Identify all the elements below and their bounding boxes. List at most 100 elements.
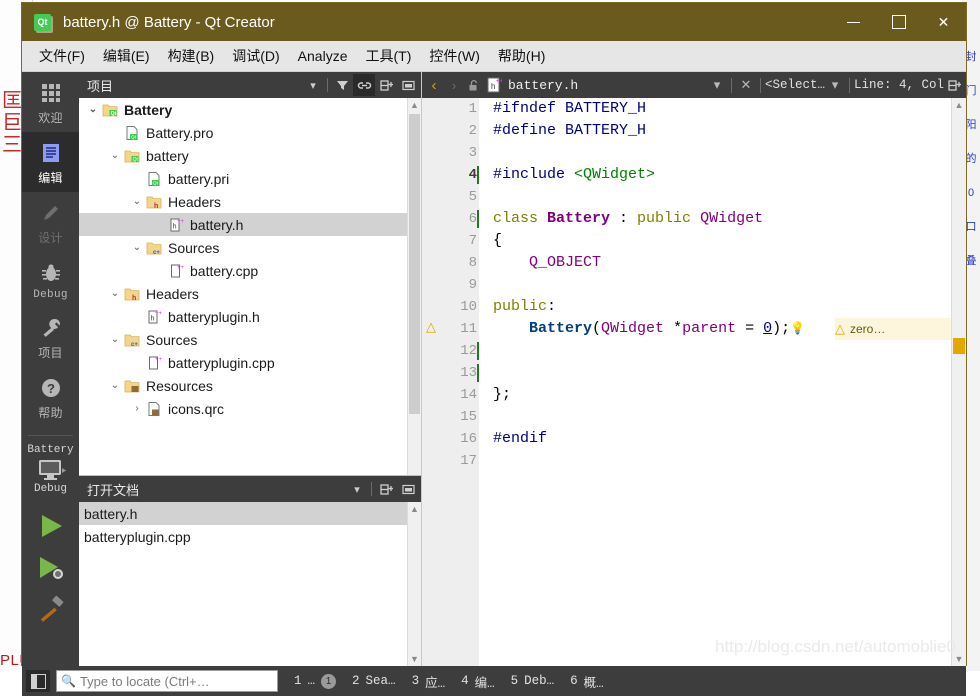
menu-tools[interactable]: 工具(T) [356, 42, 420, 70]
gutter-line-14[interactable]: 14 [422, 384, 479, 406]
code-line-8[interactable]: Q_OBJECT [493, 252, 805, 274]
menu-build[interactable]: 构建(B) [159, 42, 224, 70]
code-view[interactable]: #ifndef BATTERY_H #define BATTERY_H #incl… [479, 98, 951, 666]
code-line-5[interactable] [493, 186, 805, 208]
chevron-left-icon[interactable]: ‹ [424, 74, 444, 96]
tree-item-battery-h[interactable]: h ++ battery.h [79, 213, 421, 236]
gutter-line-1[interactable]: 1 [422, 98, 479, 120]
editor-filename[interactable]: battery.h [508, 78, 578, 93]
gutter-line-5[interactable]: 5 [422, 186, 479, 208]
warning-triangle-icon[interactable]: △ [426, 320, 436, 335]
gutter-line-2[interactable]: 2 [422, 120, 479, 142]
split-icon[interactable] [375, 74, 397, 96]
symbol-dropdown-chevron-down-icon[interactable]: ▾ [825, 74, 845, 96]
gutter-line-7[interactable]: 7 [422, 230, 479, 252]
build-button[interactable] [22, 595, 79, 625]
open-document-item[interactable]: battery.h [79, 502, 421, 525]
code-line-16[interactable]: #endif [493, 428, 805, 450]
tree-item-headers[interactable]: ⌄ h Headers [79, 282, 421, 305]
mode-button-projects[interactable]: 项目 [22, 307, 79, 367]
gutter-line-4[interactable]: 4 [422, 164, 479, 186]
code-line-2[interactable]: #define BATTERY_H [493, 120, 805, 142]
menu-edit[interactable]: 编辑(E) [94, 42, 159, 70]
gutter-line-13[interactable]: 13 [422, 362, 479, 384]
editor-scrollbar[interactable]: ▲ ▼ [951, 98, 966, 666]
chevron-right-icon[interactable]: › [129, 403, 145, 414]
debug-button[interactable] [22, 553, 79, 583]
chevron-down-icon[interactable]: ⌄ [107, 334, 123, 345]
gutter-line-3[interactable]: 3 [422, 142, 479, 164]
toggle-sidebar-icon[interactable] [26, 670, 50, 692]
chevron-down-icon[interactable]: ⌄ [107, 380, 123, 391]
gutter-line-17[interactable]: 17 [422, 450, 479, 472]
gutter-line-11[interactable]: △ 11 [422, 318, 479, 340]
scroll-down-icon[interactable]: ▼ [952, 652, 966, 666]
inline-warning-annotation[interactable]: △ zero… [835, 318, 951, 340]
split-icon[interactable] [375, 478, 397, 500]
tree-item-battery[interactable]: ⌄ Qt battery [79, 144, 421, 167]
output-pane-button-3[interactable]: 3 应… [412, 672, 446, 691]
gutter-line-16[interactable]: 16 [422, 428, 479, 450]
split-icon[interactable] [944, 74, 964, 96]
code-line-9[interactable] [493, 274, 805, 296]
chevron-down-icon[interactable]: ▾ [346, 478, 368, 500]
menu-window[interactable]: 控件(W) [420, 42, 489, 70]
open-documents-list[interactable]: battery.h batteryplugin.cpp ▲ ▼ [79, 502, 421, 666]
menu-analyze[interactable]: Analyze [289, 44, 357, 68]
menu-debug[interactable]: 调试(D) [223, 42, 288, 70]
menu-help[interactable]: 帮助(H) [489, 42, 554, 70]
code-line-7[interactable]: { [493, 230, 805, 252]
chevron-right-icon[interactable]: › [444, 74, 464, 96]
tree-item-sources[interactable]: ⌄ c+ Sources [79, 328, 421, 351]
code-line-1[interactable]: #ifndef BATTERY_H [493, 98, 805, 120]
code-line-14[interactable]: }; [493, 384, 805, 406]
code-line-11[interactable]: Battery(QWidget *parent = 0);💡 [493, 318, 805, 340]
output-pane-button-2[interactable]: 2 Sea… [352, 674, 396, 688]
kit-selector[interactable]: Battery Debug [22, 440, 79, 495]
opendocs-scrollbar[interactable]: ▲ ▼ [407, 502, 421, 666]
code-line-13[interactable] [493, 362, 805, 384]
code-line-12[interactable] [493, 340, 805, 362]
mode-button-edit[interactable]: 编辑 [22, 132, 79, 192]
tree-item-battery-pro[interactable]: Qt Battery.pro [79, 121, 421, 144]
menu-file[interactable]: 文件(F) [30, 42, 94, 70]
tree-item-batteryplugin-h[interactable]: h ++ batteryplugin.h [79, 305, 421, 328]
gutter-line-15[interactable]: 15 [422, 406, 479, 428]
lightbulb-icon[interactable]: 💡 [790, 322, 805, 336]
chevron-down-icon[interactable]: ⌄ [129, 196, 145, 207]
mode-button-debug[interactable]: Debug [22, 252, 79, 307]
project-tree[interactable]: ⌄ Qt Battery Qt Battery.pro ⌄ Qt battery Qt bat… [79, 98, 421, 475]
scrollbar-thumb[interactable] [409, 114, 420, 414]
output-pane-button-5[interactable]: 5 Deb… [511, 674, 555, 688]
close-panel-icon[interactable] [397, 74, 419, 96]
scroll-down-icon[interactable]: ▼ [408, 652, 421, 666]
symbol-selector[interactable]: <Select… [765, 78, 825, 92]
code-text[interactable]: #ifndef BATTERY_H #define BATTERY_H #incl… [479, 98, 805, 472]
tree-item-icons-qrc[interactable]: › icons.qrc [79, 397, 421, 420]
close-icon[interactable]: ✕ [736, 74, 756, 96]
code-line-10[interactable]: public: [493, 296, 805, 318]
chevron-down-icon[interactable]: ▾ [302, 74, 324, 96]
close-button[interactable]: ✕ [921, 3, 966, 41]
gutter-line-10[interactable]: 10 [422, 296, 479, 318]
unlocked-padlock-icon[interactable] [464, 74, 484, 96]
mode-button-welcome[interactable]: 欢迎 [22, 72, 79, 132]
tree-item-battery-cpp[interactable]: ++ battery.cpp [79, 259, 421, 282]
run-button[interactable] [22, 511, 79, 541]
chevron-down-icon[interactable]: ⌄ [129, 242, 145, 253]
tree-item-battery-pri[interactable]: Qt battery.pri [79, 167, 421, 190]
file-dropdown-chevron-down-icon[interactable]: ▾ [707, 74, 727, 96]
scroll-up-icon[interactable]: ▲ [408, 502, 421, 516]
close-panel-icon[interactable] [397, 478, 419, 500]
link-icon[interactable] [353, 74, 375, 96]
gutter-line-12[interactable]: 12 [422, 340, 479, 362]
tree-item-sources[interactable]: ⌄ c+ Sources [79, 236, 421, 259]
code-line-15[interactable] [493, 406, 805, 428]
minimize-button[interactable] [831, 3, 876, 41]
maximize-button[interactable] [876, 3, 921, 41]
code-line-4[interactable]: #include <QWidget> [493, 164, 805, 186]
tree-item-resources[interactable]: ⌄ Resources [79, 374, 421, 397]
output-pane-button-4[interactable]: 4 编… [461, 672, 495, 691]
chevron-down-icon[interactable]: ⌄ [107, 288, 123, 299]
scroll-up-icon[interactable]: ▲ [408, 98, 421, 112]
